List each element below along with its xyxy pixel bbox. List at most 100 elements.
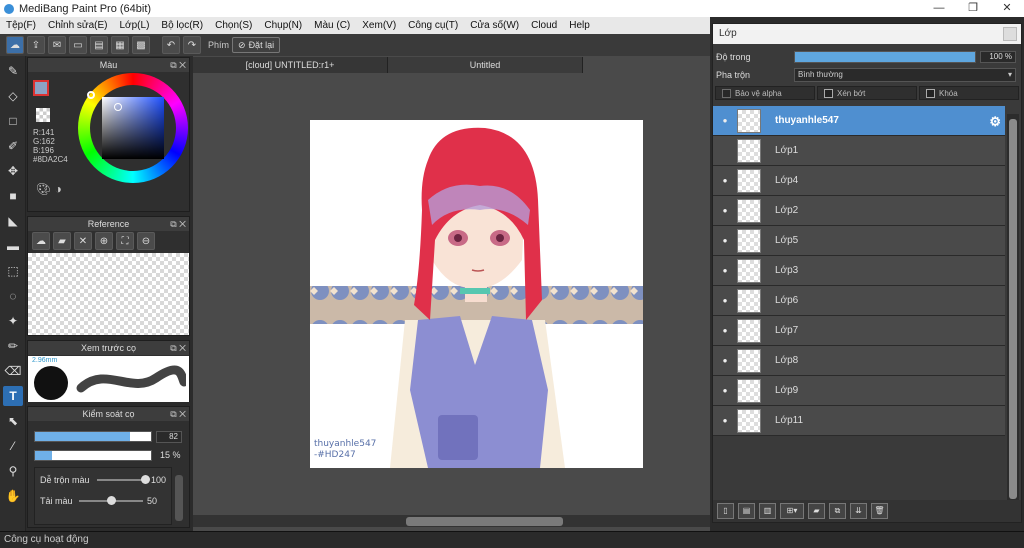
fit-icon[interactable]: ⛶ [116, 232, 134, 250]
restore-button[interactable]: ❐ [956, 0, 990, 17]
hue-picker-cursor[interactable] [87, 91, 95, 99]
duplicate-layer-icon[interactable]: ⧉ [829, 503, 846, 519]
menu-filter[interactable]: Bộ lọc(R) [155, 20, 209, 31]
transparent-swatch[interactable] [36, 108, 50, 122]
divide-tool-icon[interactable]: ⁄ [3, 436, 23, 456]
visibility-eye-icon[interactable]: ● [713, 416, 737, 425]
visibility-eye-icon[interactable]: ● [713, 266, 737, 275]
delete-layer-icon[interactable]: 🗑︎ [871, 503, 888, 519]
page-icon[interactable]: ▤ [90, 36, 108, 54]
redo-icon[interactable]: ↷ [183, 36, 201, 54]
new-halftone-layer-icon[interactable]: ▤ [738, 503, 755, 519]
panel-controls-icon[interactable]: ⧉ ✕ [170, 217, 186, 231]
fill-rect-tool-icon[interactable]: ■ [3, 186, 23, 206]
rect-select-tool-icon[interactable]: ⬚ [3, 261, 23, 281]
brush-tool-icon[interactable]: ✎ [3, 61, 23, 81]
hand-tool-icon[interactable]: ✋ [3, 486, 23, 506]
folder-icon[interactable]: ▰ [53, 232, 71, 250]
visibility-eye-icon[interactable]: ● [713, 326, 737, 335]
protect-alpha-checkbox[interactable]: Bảo vệ alpha [715, 86, 815, 100]
menu-edit[interactable]: Chỉnh sửa(E) [42, 20, 114, 31]
select-pen-tool-icon[interactable]: ✏ [3, 336, 23, 356]
clipping-checkbox[interactable]: Xén bớt [817, 86, 917, 100]
menu-window[interactable]: Cửa số(W) [464, 20, 525, 31]
menu-tools[interactable]: Công cụ(T) [402, 20, 464, 31]
layer-row[interactable]: ● Lớp3 [713, 256, 1005, 286]
menu-file[interactable]: Tệp(F) [0, 20, 42, 31]
operation-tool-icon[interactable]: ⬉ [3, 411, 23, 431]
panel-controls-icon[interactable]: ⧉ ✕ [170, 407, 186, 421]
folder-layer-icon[interactable]: ▰ [808, 503, 825, 519]
message-icon[interactable]: ▭ [69, 36, 87, 54]
layer-opacity-value[interactable]: 100 % [980, 51, 1016, 63]
close-button[interactable]: ✕ [990, 0, 1024, 17]
layer-row[interactable]: ● Lớp8 [713, 346, 1005, 376]
color-wheel[interactable] [78, 73, 188, 183]
visibility-eye-icon[interactable]: ● [713, 386, 737, 395]
brush-size-value[interactable]: 82 [156, 431, 182, 443]
menu-snap[interactable]: Chụp(N) [258, 20, 308, 31]
reset-button[interactable]: ⊘ Đặt lại [232, 37, 281, 53]
layer-list-scrollbar[interactable] [1007, 114, 1019, 514]
layer-settings-gear-icon[interactable]: ⚙ [989, 114, 1001, 130]
menu-help[interactable]: Help [563, 20, 596, 31]
comment-icon[interactable]: ✉ [48, 36, 66, 54]
add-layer-menu-icon[interactable]: ⊞▾ [780, 503, 804, 519]
blend-knob[interactable] [141, 475, 150, 484]
brush-size-slider[interactable] [34, 431, 152, 442]
canvas-horizontal-scrollbar[interactable] [193, 515, 710, 527]
panel-controls-icon[interactable]: ⧉ ✕ [170, 58, 186, 72]
blend-slider[interactable] [97, 475, 150, 484]
menu-select[interactable]: Chọn(S) [209, 20, 258, 31]
shape-tool-icon[interactable]: □ [3, 111, 23, 131]
undo-icon[interactable]: ↶ [162, 36, 180, 54]
magic-wand-tool-icon[interactable]: ✦ [3, 311, 23, 331]
canvas-scroll-thumb[interactable] [406, 517, 563, 526]
color-picker-cursor[interactable] [114, 103, 122, 111]
cloud-open-icon[interactable]: ☁ [32, 232, 50, 250]
brush-panel-scrollbar[interactable] [175, 475, 183, 521]
layer-row[interactable]: ● Lớp11 [713, 406, 1005, 436]
eraser-tool-icon[interactable]: ◇ [3, 86, 23, 106]
move-tool-icon[interactable]: ✥ [3, 161, 23, 181]
layer-row[interactable]: Lớp1 [713, 136, 1005, 166]
layer-row[interactable]: ● Lớp6 [713, 286, 1005, 316]
merge-down-icon[interactable]: ⇊ [850, 503, 867, 519]
layer-panel-close-icon[interactable] [1003, 27, 1017, 41]
menu-color[interactable]: Màu (C) [308, 20, 356, 31]
layer-row[interactable]: ● Lớp5 [713, 226, 1005, 256]
reload-slider[interactable] [79, 496, 143, 505]
blend-mode-dropdown[interactable]: Bình thường ▾ [794, 68, 1016, 82]
remove-icon[interactable]: ✕ [74, 232, 92, 250]
visibility-eye-icon[interactable]: ● [713, 116, 737, 125]
visibility-eye-icon[interactable]: ● [713, 206, 737, 215]
lasso-tool-icon[interactable]: ◌ [3, 286, 23, 306]
upload-icon[interactable]: ⇪ [27, 36, 45, 54]
layer-opacity-slider[interactable] [794, 51, 976, 63]
zoom-in-icon[interactable]: ⊕ [95, 232, 113, 250]
visibility-eye-icon[interactable]: ● [713, 176, 737, 185]
layer-row[interactable]: ● Lớp4 [713, 166, 1005, 196]
panel-controls-icon[interactable]: ⧉ ✕ [170, 341, 186, 355]
artwork-canvas[interactable]: thuyanhle547 -#HD247 [310, 120, 643, 468]
pages-icon[interactable]: ▦ [111, 36, 129, 54]
select-eraser-tool-icon[interactable]: ⌫ [3, 361, 23, 381]
menu-view[interactable]: Xem(V) [356, 20, 402, 31]
visibility-eye-icon[interactable]: ● [713, 296, 737, 305]
dot-tool-icon[interactable]: ✐ [3, 136, 23, 156]
text-tool-icon[interactable]: T [3, 386, 23, 406]
layer-row[interactable]: ● Lớp2 [713, 196, 1005, 226]
lock-checkbox[interactable]: Khóa [919, 86, 1019, 100]
menu-layer[interactable]: Lớp(L) [114, 20, 156, 31]
eyedropper-tool-icon[interactable]: ⚲ [3, 461, 23, 481]
cloud-icon[interactable]: ☁ [6, 36, 24, 54]
grid-icon[interactable]: ▩ [132, 36, 150, 54]
tab-cloud-untitled[interactable]: [cloud] UNTITLED:r1+ [193, 57, 388, 73]
new-layer-icon[interactable]: ▯ [717, 503, 734, 519]
reference-canvas[interactable] [28, 253, 189, 335]
visibility-eye-icon[interactable]: ● [713, 356, 737, 365]
layer-row[interactable]: ● Lớp7 [713, 316, 1005, 346]
foreground-swatch[interactable] [33, 80, 49, 96]
zoom-out-icon[interactable]: ⊖ [137, 232, 155, 250]
visibility-eye-icon[interactable]: ● [713, 236, 737, 245]
